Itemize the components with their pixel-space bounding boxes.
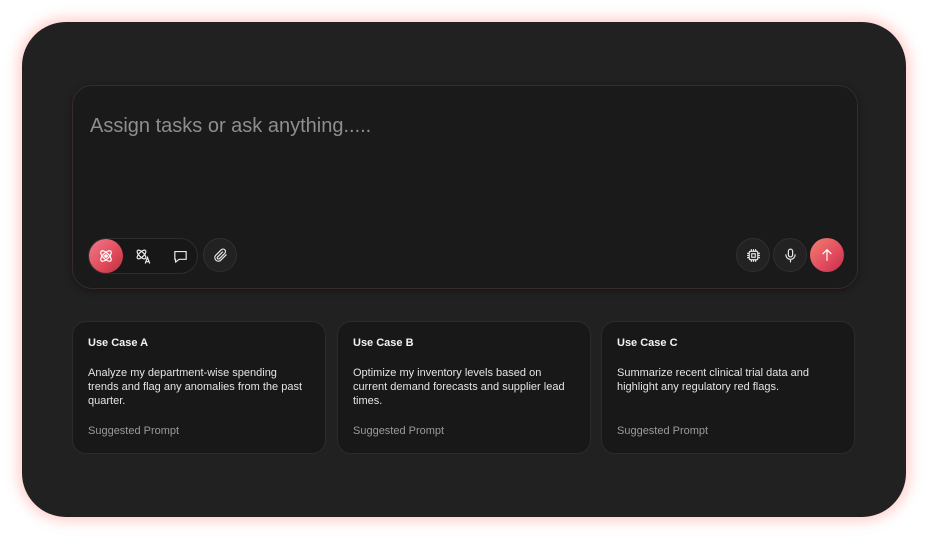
microphone-icon (782, 247, 799, 264)
mode-translate-button[interactable] (126, 239, 160, 273)
atom-icon (97, 247, 115, 265)
attach-button[interactable] (203, 238, 237, 272)
cpu-chip-icon (745, 247, 762, 264)
card-title: Use Case A (88, 337, 149, 349)
chat-bubble-icon (172, 248, 189, 265)
mode-selector (88, 238, 198, 274)
model-select-button[interactable] (736, 238, 770, 272)
card-description: Summarize recent clinical trial data and… (617, 367, 809, 393)
main-panel: Use Case A Analyze my department-wise sp… (22, 22, 906, 517)
card-footer: Suggested Prompt (353, 425, 445, 437)
mode-chat-button[interactable] (163, 239, 197, 273)
arrow-up-icon (819, 247, 835, 263)
mode-atom-button[interactable] (89, 239, 123, 273)
use-case-card[interactable]: Use Case B Optimize my inventory levels … (337, 321, 591, 454)
card-footer: Suggested Prompt (88, 425, 180, 437)
atom-translate-icon (134, 247, 152, 265)
prompt-composer (72, 85, 858, 289)
card-title: Use Case B (353, 337, 414, 349)
card-description: Analyze my department-wise spending tren… (88, 367, 303, 407)
use-case-card[interactable]: Use Case A Analyze my department-wise sp… (72, 321, 326, 454)
card-title: Use Case C (617, 337, 678, 349)
voice-input-button[interactable] (773, 238, 807, 272)
card-footer: Suggested Prompt (617, 425, 709, 437)
card-description: Optimize my inventory levels based on cu… (353, 367, 565, 407)
use-case-card[interactable]: Use Case C Summarize recent clinical tri… (601, 321, 855, 454)
paperclip-icon (212, 247, 229, 264)
prompt-input[interactable] (88, 114, 792, 139)
send-button[interactable] (810, 238, 844, 272)
